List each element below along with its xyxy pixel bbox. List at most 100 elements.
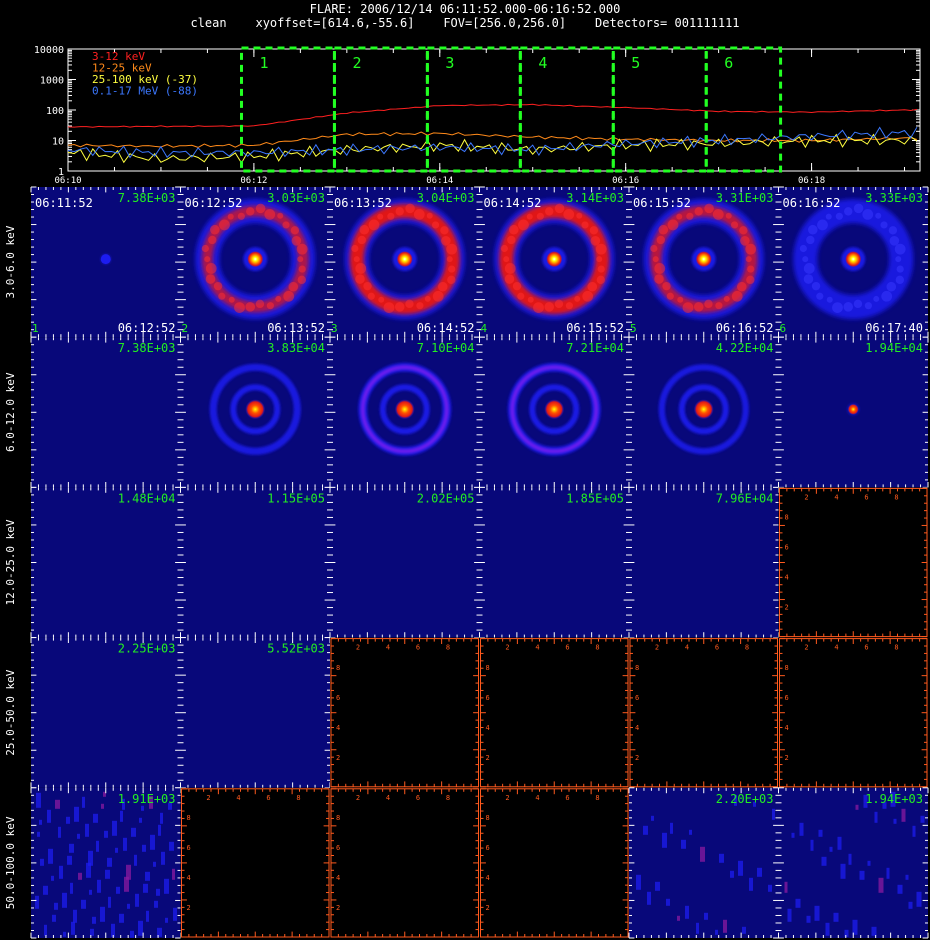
axis-tick-label: 4 (486, 724, 490, 732)
ring-blob (378, 296, 385, 303)
image-cell: 4.22E+04 (628, 336, 779, 488)
cell-max-label: 2.02E+05 (417, 491, 475, 505)
ring-blob (686, 212, 694, 220)
image-cell: 2 2 4 4 6 6 8 8 (778, 637, 928, 788)
noise-speck (66, 816, 70, 824)
axis-tick-label: 6 (565, 794, 569, 802)
axis-tick-label: 8 (486, 814, 490, 822)
ring-blob (518, 219, 529, 231)
image-cell: 1.85E+05 (479, 486, 630, 639)
cell-start-time: 06:12:52 (185, 196, 243, 210)
cell-interval-number: 1 (32, 322, 39, 335)
noise-speck (39, 819, 42, 825)
noise-speck (837, 836, 842, 850)
noise-speck (71, 921, 75, 935)
ring-blob (288, 281, 299, 292)
ring-blob (504, 274, 515, 284)
noise-speck (916, 891, 922, 907)
ring-blob (825, 213, 832, 220)
noise-speck (112, 820, 117, 836)
noise-speck (795, 898, 801, 908)
noise-speck (886, 867, 890, 879)
image-cell: 2.20E+03 (628, 787, 779, 939)
ring-blob (654, 263, 666, 274)
axis-tick-label: 2 (804, 493, 808, 501)
noise-speck (670, 822, 673, 834)
row-label: 50.0-100.0 keV (4, 816, 17, 909)
ring-blob (745, 256, 752, 263)
ring-blob (835, 212, 843, 220)
ring-blob (296, 243, 308, 255)
ring-blob (437, 281, 448, 292)
noise-speck (92, 916, 96, 924)
ring-blob (894, 243, 906, 255)
ring-blob (597, 265, 605, 273)
noise-speck (749, 877, 753, 891)
ring-blob (431, 221, 440, 229)
noise-speck (70, 882, 73, 894)
ring-blob (359, 224, 370, 235)
source-core (100, 254, 111, 265)
noise-speck (874, 811, 878, 823)
ring-blob (873, 295, 880, 302)
ring-blob (266, 302, 274, 310)
noise-speck (172, 868, 175, 880)
ring-blob (807, 224, 818, 235)
noise-speck (55, 799, 60, 809)
ring-blob (441, 235, 451, 246)
image-cell: 1.48E+04 (30, 486, 181, 639)
image-cell: 3.83E+04 (180, 336, 331, 488)
axis-tick-label: 6 (486, 844, 490, 852)
noise-speck (51, 875, 54, 881)
noise-speck (730, 870, 734, 878)
ring-blob (283, 290, 295, 302)
noise-speck (859, 870, 865, 880)
noise-speck (806, 915, 811, 923)
noise-speck (840, 863, 846, 879)
axis-tick-label: 4 (834, 493, 838, 501)
noise-speck (905, 874, 909, 880)
noise-speck (145, 871, 150, 881)
axis-tick-label: 4 (386, 794, 390, 802)
cell-max-label: 7.38E+03 (118, 191, 176, 205)
noise-speck (108, 896, 111, 908)
noise-speck (107, 857, 112, 867)
ring-blob (255, 299, 265, 309)
image-panel (31, 487, 181, 638)
image-cell: 2 2 4 4 6 6 8 8 (479, 637, 629, 788)
image-cell: 1.15E+05 (180, 486, 331, 639)
cell-interval-number: 2 (182, 322, 189, 335)
ring-blob (277, 212, 284, 219)
row-label: 25.0-50.0 keV (4, 669, 17, 755)
axis-tick-label: 4 (635, 724, 639, 732)
ring-blob (264, 209, 276, 220)
noise-speck (848, 853, 852, 865)
noise-speck (791, 832, 795, 838)
noise-speck (62, 892, 67, 908)
ring-blob (799, 244, 807, 253)
ring-blob (576, 212, 583, 219)
axis-tick-label: 4 (336, 874, 340, 882)
noise-speck (153, 861, 156, 867)
ring-blob (209, 224, 220, 235)
image-panel (629, 787, 779, 938)
ring-blob (596, 275, 606, 285)
ring-blob (219, 219, 230, 231)
noise-speck (901, 808, 906, 822)
ring-blob (351, 244, 359, 253)
axis-tick-label: 8 (894, 493, 898, 501)
noise-speck (647, 891, 651, 905)
ring-blob (582, 290, 594, 302)
noise-speck (81, 899, 86, 909)
noise-speck (833, 912, 839, 922)
ring-blob (213, 281, 223, 291)
image-panel (31, 337, 181, 488)
noise-speck (738, 860, 743, 876)
ring-blob (889, 235, 900, 246)
noise-speck (124, 876, 129, 892)
noise-speck (165, 917, 168, 923)
noise-speck (696, 922, 699, 934)
ring-blob (739, 226, 748, 235)
axis-tick-label: 2 (336, 904, 340, 912)
image-panel (629, 487, 779, 638)
